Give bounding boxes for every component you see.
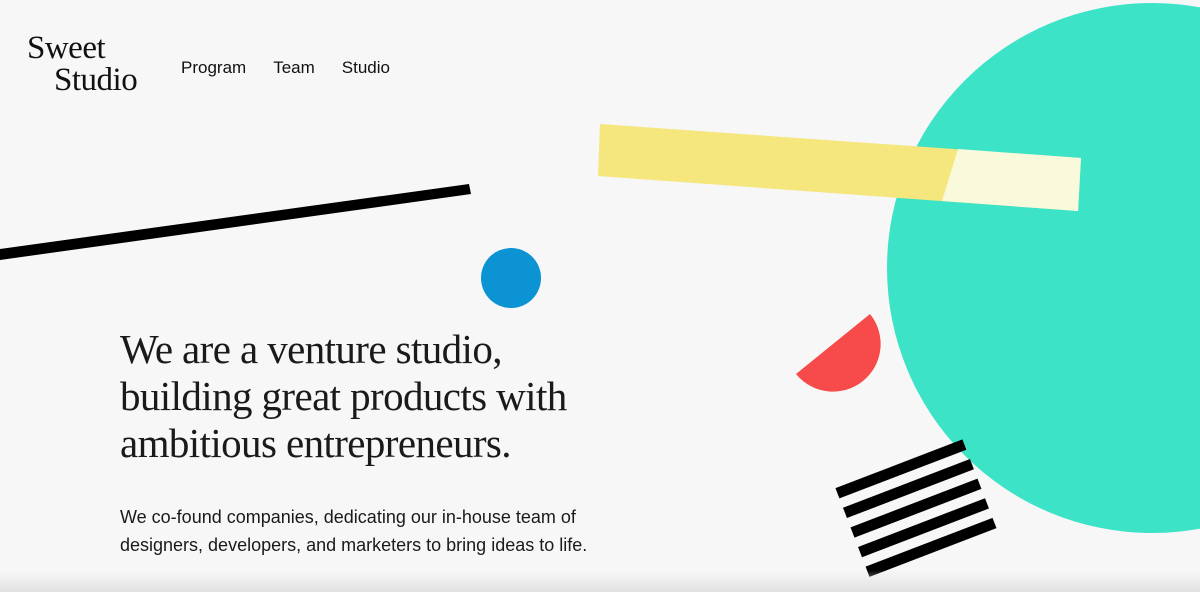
bottom-fade	[0, 570, 1200, 592]
hero-headline: We are a venture studio, building great …	[120, 326, 567, 466]
hero-subtext: We co-found companies, dedicating our in…	[120, 507, 588, 555]
red-half-circle	[796, 314, 881, 392]
black-line	[0, 184, 471, 260]
blue-circle	[481, 248, 541, 308]
yellow-bar-overlap	[942, 149, 1081, 211]
